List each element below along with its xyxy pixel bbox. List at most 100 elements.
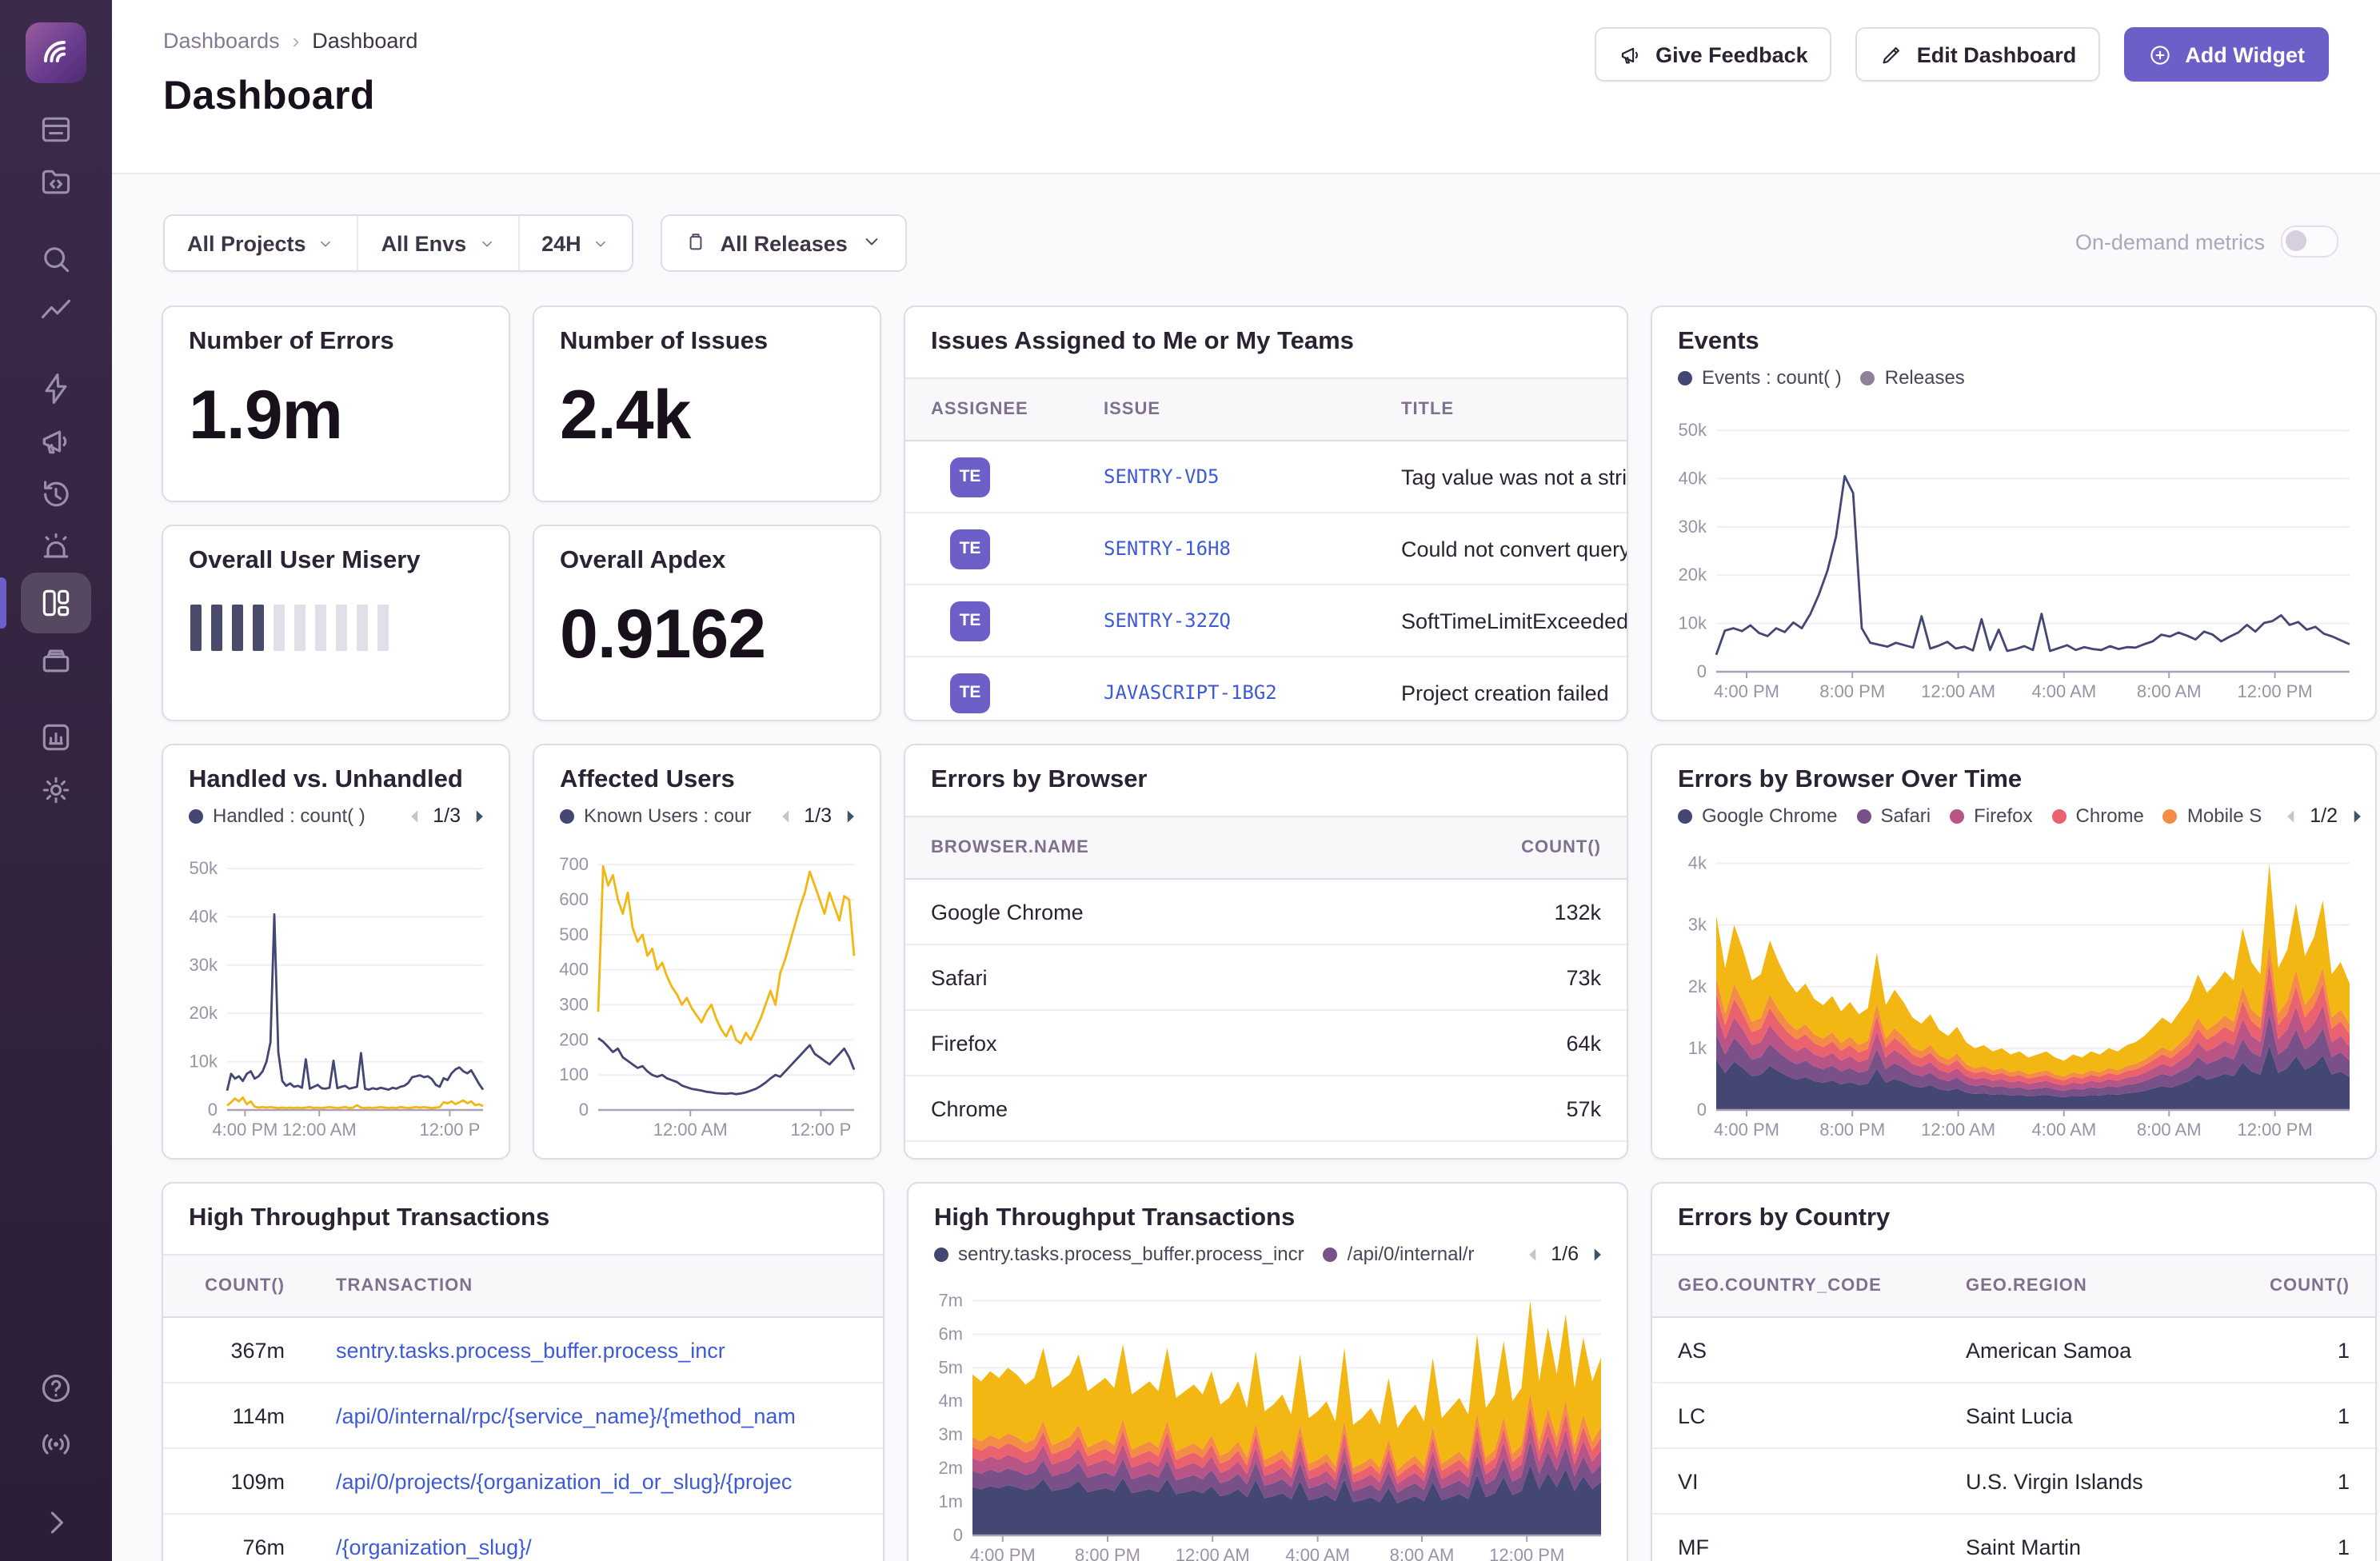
misery-bar [190, 605, 202, 651]
assignee-badge[interactable]: TE [950, 601, 990, 641]
legend-item[interactable]: /api/0/internal/r [1323, 1243, 1474, 1265]
sidebar-item-issues[interactable] [21, 102, 91, 155]
legend-item[interactable]: Releases [1860, 366, 1965, 389]
assignee-badge[interactable]: TE [950, 457, 990, 497]
sidebar-item-collapse[interactable] [21, 1495, 91, 1548]
legend-label: Google Chrome [1702, 804, 1838, 827]
give-feedback-button[interactable]: Give Feedback [1595, 27, 1832, 82]
sidebar [0, 0, 112, 1561]
svg-text:7m: 7m [938, 1290, 963, 1310]
issue-link[interactable]: JAVASCRIPT-1BG2 [1078, 681, 1376, 704]
sidebar-item-search[interactable] [21, 232, 91, 285]
pagination-prev-icon[interactable] [1522, 1244, 1543, 1264]
transaction-link[interactable]: sentry.tasks.process_buffer.process_incr [310, 1338, 883, 1362]
filter-all-projects[interactable]: All Projects [165, 216, 359, 270]
legend-dot-icon [1678, 370, 1692, 385]
chevron-down-icon [317, 234, 335, 252]
svg-text:12:00 AM: 12:00 AM [1921, 681, 1995, 701]
svg-text:1m: 1m [938, 1491, 963, 1511]
sidebar-item-feedback[interactable] [21, 414, 91, 467]
column-header: ISSUE [1104, 400, 1161, 419]
legend-item[interactable]: Chrome [2051, 804, 2144, 827]
widget-errors-by-browser: Errors by Browser BROWSER.NAME COUNT() Goo… [904, 744, 1628, 1160]
column-header: TITLE [1401, 400, 1455, 419]
on-demand-metrics-toggle[interactable] [2281, 226, 2338, 258]
assignee-badge[interactable]: TE [950, 529, 990, 569]
svg-text:8:00 AM: 8:00 AM [1390, 1545, 1455, 1561]
widget-title: High Throughput Transactions [934, 1204, 1296, 1232]
widget-issues-assigned: Issues Assigned to Me or My Teams ASSIGN… [904, 305, 1628, 721]
issue-link[interactable]: SENTRY-16H8 [1078, 537, 1376, 560]
pagination-next-icon[interactable] [1587, 1244, 1607, 1264]
svg-text:6m: 6m [938, 1323, 963, 1343]
filter-bar: All Projects All Envs 24H All Releases [163, 214, 907, 272]
sentry-logo-icon[interactable] [26, 22, 86, 83]
transaction-link[interactable]: /api/0/internal/rpc/{service_name}/{meth… [310, 1403, 883, 1427]
table-cell: 1 [2337, 1535, 2350, 1559]
breadcrumb-dashboards-link[interactable]: Dashboards [163, 29, 280, 53]
sidebar-item-explore[interactable] [21, 285, 91, 337]
widget-title: Overall User Misery [189, 547, 421, 574]
add-widget-button[interactable]: Add Widget [2124, 27, 2329, 82]
sidebar-item-stats[interactable] [21, 710, 91, 763]
table-header: GEO.COUNTRY_CODE GEO.REGION COUNT() [1652, 1254, 2375, 1318]
misery-bar [211, 605, 222, 651]
issue-link[interactable]: SENTRY-32ZQ [1078, 609, 1376, 632]
transaction-link[interactable]: /{organization_slug}/ [310, 1535, 883, 1559]
legend-item[interactable]: Google Chrome [1678, 804, 1837, 827]
releases-filter-button[interactable]: All Releases [661, 214, 907, 272]
sidebar-item-releases[interactable] [21, 633, 91, 686]
pagination-prev-icon[interactable] [2281, 805, 2302, 826]
table-cell: 76m [242, 1535, 285, 1559]
legend-item[interactable]: Events : count( ) [1678, 366, 1842, 389]
widget-events: Events Events : count( ) Releases 4:00 PM… [1651, 305, 2377, 721]
sidebar-item-performance[interactable] [21, 361, 91, 414]
legend-item[interactable]: Mobile S [2162, 804, 2262, 827]
issue-title: Tag value was not a strin [1401, 465, 1627, 489]
sidebar-item-alerts[interactable] [21, 520, 91, 573]
svg-text:8:00 PM: 8:00 PM [1075, 1545, 1140, 1561]
svg-text:4:00 AM: 4:00 AM [2031, 681, 2096, 701]
pagination-prev-icon[interactable] [775, 805, 796, 826]
sidebar-item-projects[interactable] [21, 155, 91, 208]
legend-item[interactable]: Handled : count( ) [189, 804, 365, 827]
legend-label: Firefox [1974, 804, 2033, 827]
pagination-next-icon[interactable] [840, 805, 861, 826]
filter-24h[interactable]: 24H [519, 216, 633, 270]
table-row: Google Chrome 132k [905, 880, 1627, 945]
legend-item[interactable]: Known Users : cour [560, 804, 751, 827]
pagination-prev-icon[interactable] [404, 805, 425, 826]
widget-title: Affected Users [560, 766, 735, 793]
pagination-next-icon[interactable] [2346, 805, 2366, 826]
edit-dashboard-button[interactable]: Edit Dashboard [1855, 27, 2101, 82]
page-filter-segmented: All Projects All Envs 24H [163, 214, 634, 272]
legend-item[interactable]: Firefox [1950, 804, 2033, 827]
table-row: MF Saint Martin 1 [1652, 1515, 2375, 1561]
pagination-next-icon[interactable] [469, 805, 489, 826]
assignee-badge[interactable]: TE [950, 673, 990, 713]
legend-item[interactable]: Safari [1856, 804, 1931, 827]
sidebar-item-settings[interactable] [21, 763, 91, 816]
widget-title: High Throughput Transactions [189, 1204, 550, 1232]
legend-pagination: 1/2 [2281, 804, 2366, 827]
sidebar-item-help[interactable] [21, 1361, 91, 1414]
svg-text:12:00 PM: 12:00 PM [2238, 1120, 2313, 1140]
svg-text:0: 0 [953, 1525, 963, 1545]
svg-text:12:00 AM: 12:00 AM [1921, 1120, 1995, 1140]
svg-text:20k: 20k [1679, 565, 1707, 585]
filter-all-envs[interactable]: All Envs [359, 216, 520, 270]
table-row: Mobile Safari33k [905, 1142, 1627, 1158]
legend-label: Releases [1884, 366, 1965, 389]
transaction-link[interactable]: /api/0/projects/{organization_id_or_slug… [310, 1469, 883, 1493]
sidebar-item-dashboards[interactable] [0, 573, 91, 633]
legend-label: Chrome [2075, 804, 2144, 827]
svg-text:50k: 50k [190, 858, 218, 878]
kpi-value: 0.9162 [560, 597, 766, 673]
sidebar-item-whats-new[interactable] [21, 1417, 91, 1470]
legend-item[interactable]: sentry.tasks.process_buffer.process_incr [934, 1243, 1304, 1265]
legend-label: Handled : count( ) [213, 804, 365, 827]
svg-text:50k: 50k [1679, 420, 1707, 440]
issue-link[interactable]: SENTRY-VD5 [1078, 465, 1376, 488]
svg-text:8:00 AM: 8:00 AM [2137, 1120, 2202, 1140]
sidebar-item-replays[interactable] [21, 467, 91, 520]
